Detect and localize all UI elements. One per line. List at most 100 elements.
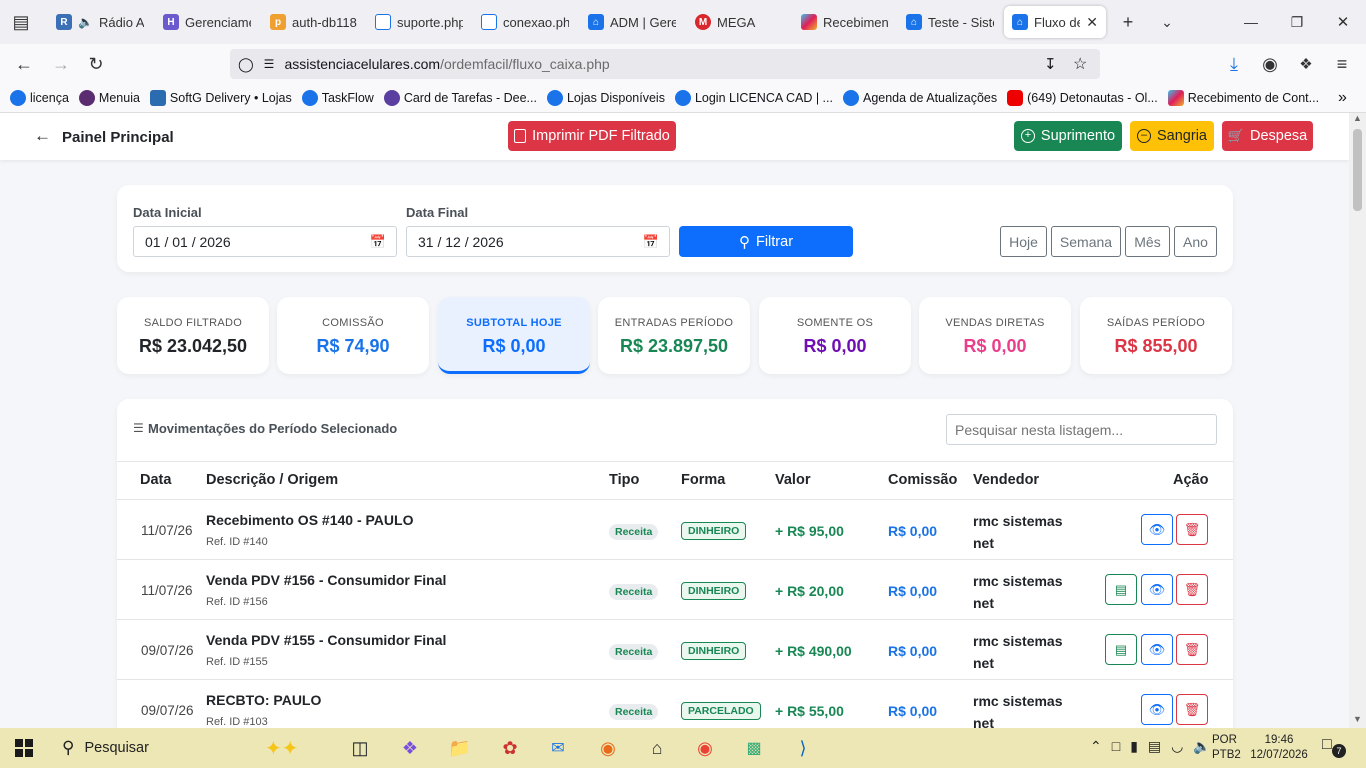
table-search-input[interactable] [946, 414, 1217, 445]
delete-button[interactable]: 🗑 [1176, 634, 1208, 665]
filter-button[interactable]: ⚲ Filtrar [679, 226, 853, 257]
tab-gerenciamento[interactable]: H Gerenciame [155, 6, 259, 38]
taskbar-search[interactable]: ⚲ Pesquisar ✦✦ [50, 732, 336, 764]
minimize-icon[interactable]: — [1236, 7, 1266, 37]
home-app-icon[interactable]: ⌂ [643, 734, 671, 762]
bookmark-lojas[interactable]: Lojas Disponíveis [546, 90, 665, 106]
print-pdf-button[interactable]: Imprimir PDF Filtrado [508, 121, 676, 151]
view-button[interactable]: 👁 [1141, 634, 1173, 665]
despesa-button[interactable]: 🛒 Despesa [1222, 121, 1313, 151]
bookmark-menuia[interactable]: Menuia [78, 90, 140, 106]
receipt-button[interactable]: ▤ [1105, 574, 1137, 605]
vscode-icon[interactable]: ⟩ [789, 734, 817, 762]
bookmark-recebimento[interactable]: Recebimento de Cont... [1167, 90, 1319, 106]
extensions-icon[interactable]: ❖ [1291, 49, 1321, 79]
account-icon[interactable]: ◉ [1255, 49, 1285, 79]
chevron-down-icon[interactable]: ⌄ [1152, 7, 1182, 37]
more-bookmarks-icon[interactable]: » [1338, 89, 1347, 107]
clock[interactable]: 19:46 12/07/2026 [1248, 733, 1310, 763]
delete-button[interactable]: 🗑 [1176, 694, 1208, 725]
tab-recebimento[interactable]: Recebiment [793, 6, 897, 38]
app-window-icon[interactable]: ▩ [740, 734, 768, 762]
end-date-input[interactable]: 31 / 12 / 2026 📅 [406, 226, 670, 257]
outlook-icon[interactable]: ✉ [544, 734, 572, 762]
scroll-down-icon[interactable]: ▼ [1353, 714, 1362, 724]
url-bar[interactable]: ◯ ☰ assistenciacelulares.com/ordemfacil/… [230, 49, 1100, 79]
tab-list-icon[interactable]: ▤ [6, 7, 36, 37]
forward-icon[interactable]: → [46, 49, 76, 79]
system-tray: ⌃ □ ▮ ▤ ◡ 🔈 [1090, 738, 1211, 755]
delete-button[interactable]: 🗑 [1176, 514, 1208, 545]
receipt-button[interactable]: ▤ [1105, 634, 1137, 665]
chevron-up-icon[interactable]: ⌃ [1090, 738, 1102, 755]
delete-button[interactable]: 🗑 [1176, 574, 1208, 605]
language-indicator[interactable]: POR PTB2 [1212, 733, 1241, 763]
view-button[interactable]: 👁 [1141, 514, 1173, 545]
page-scrollbar[interactable]: ▲ ▼ [1349, 113, 1366, 728]
youtube-icon [1007, 90, 1024, 106]
tab-fluxo-active[interactable]: ⌂ Fluxo de ✕ [1004, 6, 1106, 38]
quick-week-button[interactable]: Semana [1051, 226, 1121, 257]
suprimento-button[interactable]: + Suprimento [1014, 121, 1122, 151]
bookmark-taskflow[interactable]: TaskFlow [301, 90, 374, 106]
quick-year-button[interactable]: Ano [1174, 226, 1217, 257]
file-explorer-icon[interactable]: 📁 [446, 734, 474, 762]
eye-icon: 👁 [1148, 521, 1166, 537]
task-view-icon[interactable]: ◫ [346, 734, 374, 762]
view-button[interactable]: 👁 [1141, 694, 1173, 725]
volume-icon[interactable]: 🔈 [1193, 738, 1210, 755]
tab-suporte[interactable]: suporte.php [367, 6, 471, 38]
arrow-left-icon[interactable]: ← [34, 126, 51, 146]
battery-icon[interactable]: ▮ [1130, 738, 1138, 755]
bookmark-softg[interactable]: SoftG Delivery • Lojas [149, 90, 292, 106]
downloads-icon[interactable]: ⤓ [1219, 49, 1249, 79]
restore-icon[interactable]: ❐ [1282, 7, 1312, 37]
bookmark-youtube[interactable]: (649) Detonautas - Ol... [1007, 90, 1158, 106]
bookmark-login-licenca[interactable]: Login LICENCA CAD | ... [674, 90, 833, 106]
tab-conexao[interactable]: conexao.php [473, 6, 577, 38]
tab-teste[interactable]: ⌂ Teste - Siste [898, 6, 1002, 38]
bookmark-licenca[interactable]: licença [10, 90, 69, 106]
quick-month-button[interactable]: Mês [1125, 226, 1170, 257]
scrollbar-thumb[interactable] [1353, 129, 1362, 211]
star-icon[interactable]: ☆ [1073, 54, 1087, 74]
save-page-icon[interactable]: ↧ [1044, 55, 1057, 73]
tab-auth-db[interactable]: p auth-db118 [262, 6, 366, 38]
home-icon [842, 90, 859, 106]
notification-icon[interactable]: □ 7 [1322, 736, 1346, 758]
slack-icon [1167, 90, 1184, 106]
firefox-icon[interactable]: ◉ [594, 734, 622, 762]
reload-icon[interactable]: ↻ [81, 49, 111, 79]
tab-adm[interactable]: ⌂ ADM | Gere [580, 6, 684, 38]
network-icon[interactable]: ▤ [1148, 738, 1161, 755]
view-button[interactable]: 👁 [1141, 574, 1173, 605]
store-icon [149, 90, 166, 106]
sangria-button[interactable]: – Sangria [1130, 121, 1214, 151]
start-date-input[interactable]: 01 / 01 / 2026 📅 [133, 226, 397, 257]
forma-badge: DINHEIRO [681, 582, 747, 600]
back-icon[interactable]: ← [9, 49, 39, 79]
bookmark-agenda[interactable]: Agenda de Atualizações [842, 90, 997, 106]
slack-icon [801, 14, 817, 30]
calendar-icon[interactable]: 📅 [643, 234, 659, 250]
bookmark-card-tarefas[interactable]: Card de Tarefas - Dee... [383, 90, 537, 106]
chrome-icon[interactable]: ◉ [691, 734, 719, 762]
scroll-up-icon[interactable]: ▲ [1353, 113, 1362, 123]
windows-start-icon[interactable] [10, 734, 38, 762]
phone-link-icon[interactable]: □ [1112, 738, 1120, 755]
new-tab-icon[interactable]: + [1113, 7, 1143, 37]
wifi-icon[interactable]: ◡ [1171, 738, 1183, 755]
menu-icon[interactable]: ≡ [1327, 49, 1357, 79]
tab-mega[interactable]: M MEGA [687, 6, 791, 38]
calendar-icon[interactable]: 📅 [370, 234, 386, 250]
list-icon: ☰ [133, 421, 144, 435]
pdf-icon [514, 129, 527, 143]
close-window-icon[interactable]: ✕ [1328, 7, 1358, 37]
back-to-panel-link[interactable]: Painel Principal [62, 129, 174, 146]
tab-radio[interactable]: R 🔈 Rádio A [48, 6, 152, 38]
quick-today-button[interactable]: Hoje [1000, 226, 1047, 257]
app-icon[interactable]: ✿ [496, 734, 524, 762]
copilot-icon[interactable]: ❖ [396, 734, 424, 762]
close-tab-icon[interactable]: ✕ [1086, 14, 1098, 31]
url-host: assistenciacelulares.com [284, 56, 441, 72]
